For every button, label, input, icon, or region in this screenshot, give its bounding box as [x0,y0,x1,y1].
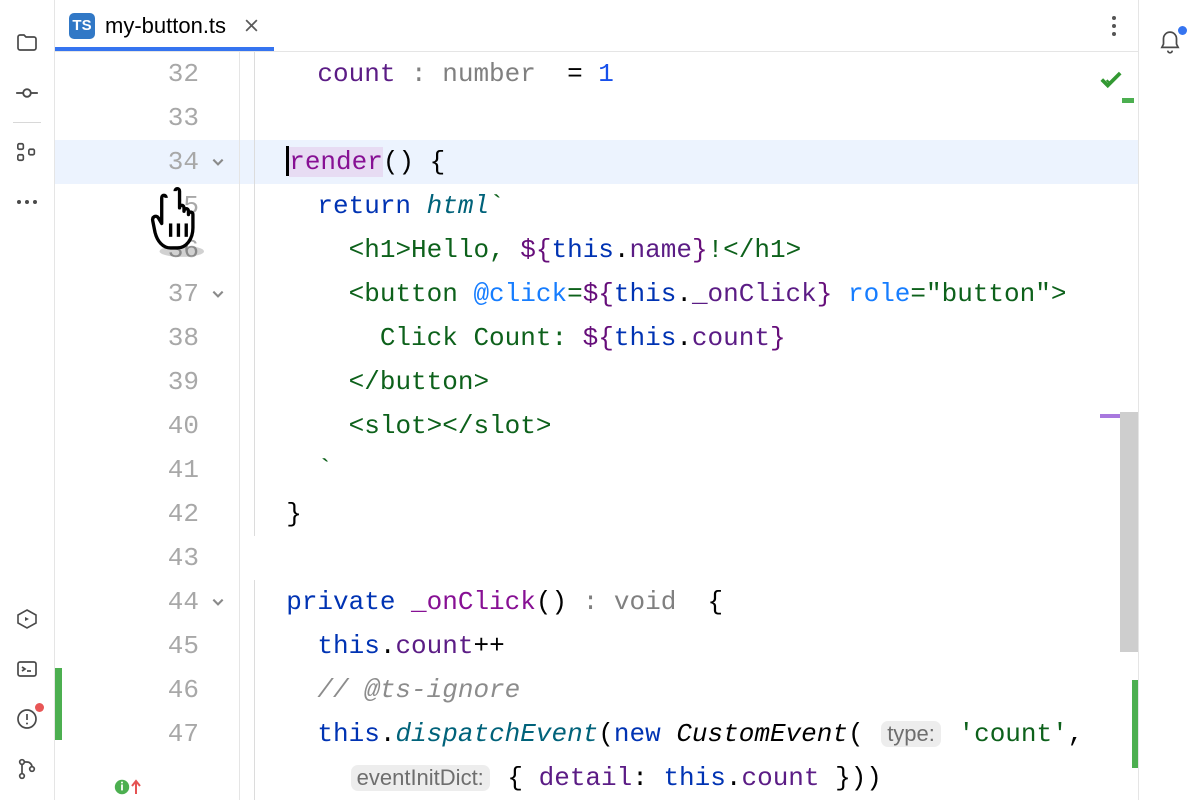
gutter-line[interactable]: 46 [55,668,239,712]
code-line[interactable]: <h1>Hello, ${this.name}!</h1> [240,228,1138,272]
gutter-line[interactable]: 40 [55,404,239,448]
gutter-line[interactable]: 47 [55,712,239,756]
fold-chevron-icon[interactable] [209,593,227,611]
close-tab-icon[interactable] [242,17,260,35]
gutter-footer-icons[interactable] [113,778,143,796]
notification-badge [1178,26,1187,35]
code-line[interactable]: this.count++ [240,624,1138,668]
line-number-gutter[interactable]: 32333435363738394041424344454647 [55,52,240,800]
editor-main: TS my-button.ts 323334353637383940 [55,0,1138,800]
code-line[interactable]: <button @click=${this._onClick} role="bu… [240,272,1138,316]
tab-bar: TS my-button.ts [55,0,1138,52]
commit-icon[interactable] [0,68,55,118]
gutter-line[interactable]: 33 [55,96,239,140]
gutter-line[interactable]: 36 [55,228,239,272]
structure-icon[interactable] [0,127,55,177]
code-line[interactable] [240,536,1138,580]
gutter-line[interactable]: 42 [55,492,239,536]
inspection-status-icon[interactable] [1098,66,1124,92]
gutter-line[interactable]: 37 [55,272,239,316]
gutter-line[interactable]: 41 [55,448,239,492]
gutter-line[interactable]: 45 [55,624,239,668]
fold-chevron-icon[interactable] [209,153,227,171]
terminal-icon[interactable] [0,644,55,694]
editor-more-menu-icon[interactable] [1090,0,1138,51]
code-line[interactable]: <slot></slot> [240,404,1138,448]
code-line[interactable]: private _onClick() : void { [240,580,1138,624]
code-line[interactable]: render() { [240,140,1138,184]
gutter-line[interactable]: 34 [55,140,239,184]
gutter-line[interactable]: 35 [55,184,239,228]
notifications-icon[interactable] [1139,18,1200,68]
problems-icon[interactable] [0,694,55,744]
code-line[interactable] [240,96,1138,140]
tab-my-button[interactable]: TS my-button.ts [55,0,274,51]
code-line[interactable]: // @ts-ignore [240,668,1138,712]
code-line[interactable]: count : number = 1 [240,52,1138,96]
gutter-line[interactable]: 44 [55,580,239,624]
vcs-change-marker[interactable] [55,668,62,740]
services-icon[interactable] [0,594,55,644]
left-tool-rail [0,0,55,800]
more-tools-icon[interactable] [0,177,55,227]
code-editor[interactable]: 32333435363738394041424344454647 count :… [55,52,1138,800]
project-icon[interactable] [0,18,55,68]
code-line[interactable]: eventInitDict: { detail: this.count })) [240,756,1138,800]
code-line[interactable]: } [240,492,1138,536]
code-line[interactable]: ` [240,448,1138,492]
vcs-icon[interactable] [0,744,55,794]
code-line[interactable]: Click Count: ${this.count} [240,316,1138,360]
code-line[interactable]: this.dispatchEvent(new CustomEvent( type… [240,712,1138,756]
tab-filename: my-button.ts [105,13,226,39]
code-line[interactable]: return html` [240,184,1138,228]
gutter-line[interactable]: 38 [55,316,239,360]
code-content[interactable]: count : number = 1 render() { return htm… [240,52,1138,800]
code-line[interactable]: </button> [240,360,1138,404]
gutter-line[interactable]: 39 [55,360,239,404]
gutter-line[interactable]: 32 [55,52,239,96]
fold-chevron-icon[interactable] [209,285,227,303]
right-tool-rail [1138,0,1200,800]
gutter-line[interactable]: 43 [55,536,239,580]
vertical-scrollbar-thumb[interactable] [1120,412,1138,652]
typescript-badge-icon: TS [69,13,95,39]
rail-separator [13,122,41,123]
